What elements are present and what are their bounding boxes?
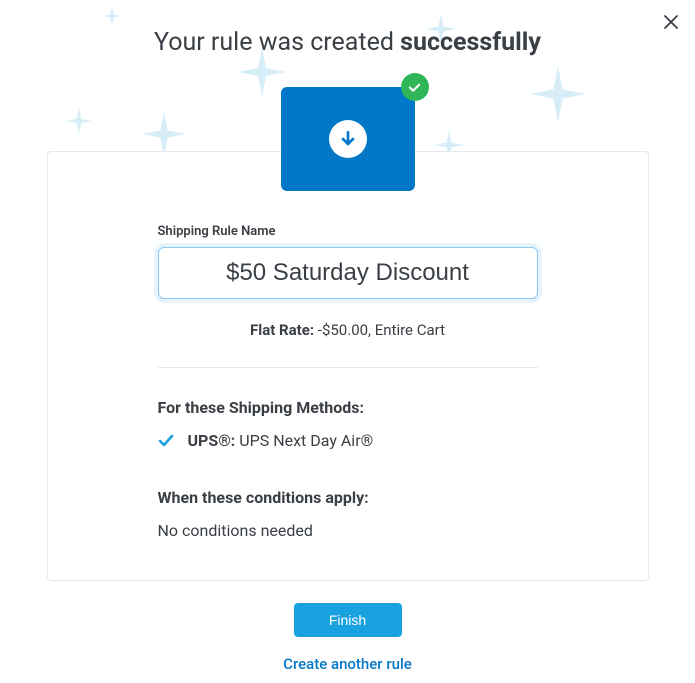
flat-rate-label: Flat Rate:: [250, 321, 314, 339]
summary-card: Shipping Rule Name Flat Rate: -$50.00, E…: [47, 151, 649, 581]
conditions-title: When these conditions apply:: [158, 488, 538, 507]
shipping-method-row: UPS®: UPS Next Day Air®: [158, 431, 538, 450]
sparkle-icon: [142, 112, 186, 156]
hero-card: [281, 87, 415, 191]
download-arrow-icon: [338, 129, 358, 149]
method-carrier: UPS®:: [188, 431, 236, 450]
rule-name-label: Shipping Rule Name: [158, 224, 538, 239]
shipping-method-text: UPS®: UPS Next Day Air®: [188, 431, 374, 450]
sparkle-icon: [66, 108, 92, 134]
method-service: UPS Next Day Air®: [235, 431, 373, 450]
check-icon: [158, 433, 174, 449]
conditions-text: No conditions needed: [158, 521, 538, 540]
flat-rate-value: -$50.00, Entire Cart: [314, 321, 445, 339]
sparkle-icon: [530, 66, 586, 122]
create-another-link[interactable]: Create another rule: [0, 655, 695, 673]
flat-rate-summary: Flat Rate: -$50.00, Entire Cart: [158, 321, 538, 368]
shipping-methods-title: For these Shipping Methods:: [158, 398, 538, 417]
success-title-bold: successfully: [400, 28, 541, 57]
success-title: Your rule was created successfully: [0, 0, 695, 57]
hero-icon-circle: [329, 120, 367, 158]
success-title-pre: Your rule was created: [154, 28, 400, 57]
success-badge: [401, 73, 429, 101]
check-icon: [407, 80, 422, 95]
finish-button[interactable]: Finish: [294, 603, 402, 637]
rule-name-input[interactable]: [158, 247, 538, 299]
